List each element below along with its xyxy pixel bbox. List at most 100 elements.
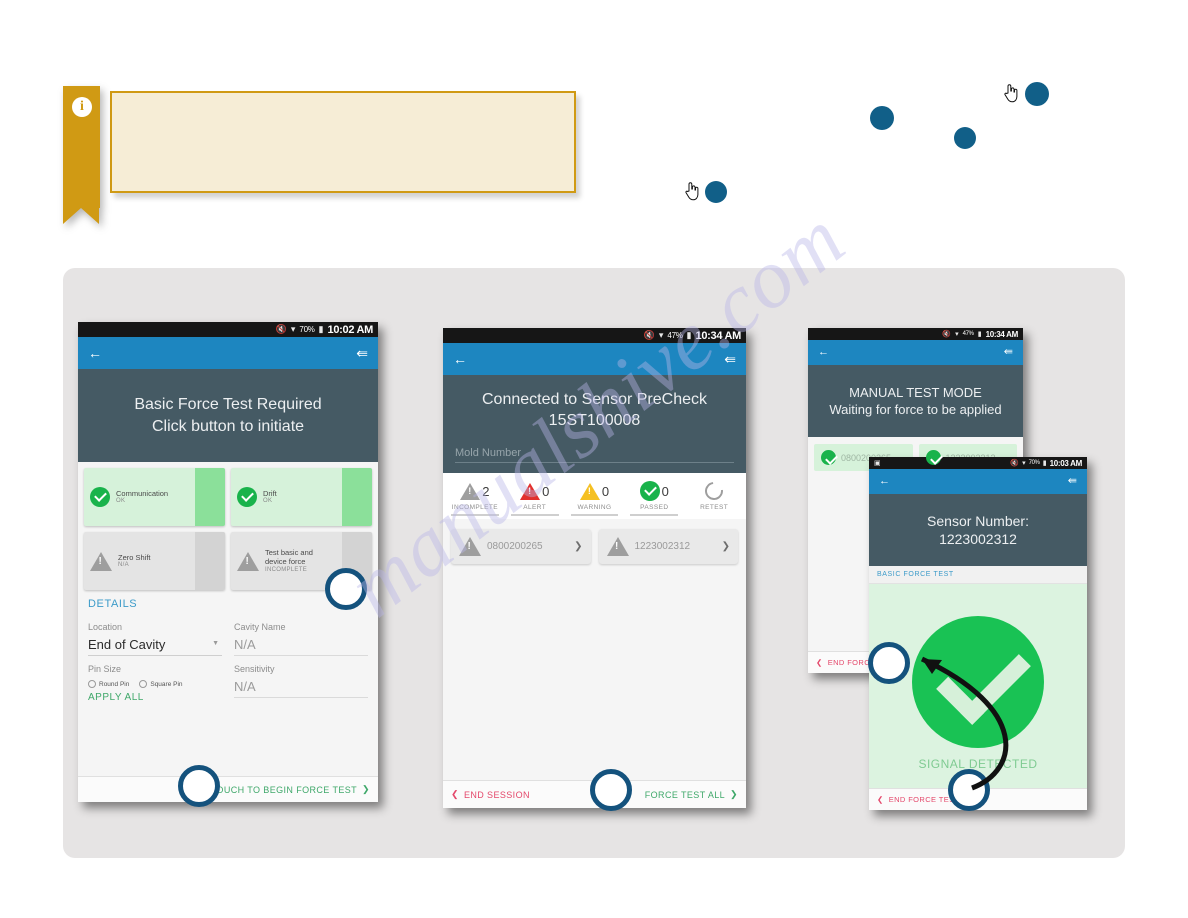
battery-icon: ▮ [1042,460,1047,467]
hand-cursor-1 [1004,84,1018,103]
chevron-right-icon: ❯ [730,789,738,799]
hero-banner-1: Basic Force Test Required Click button t… [78,369,378,462]
back-arrow-icon[interactable]: ← [88,346,102,360]
stat-alert[interactable]: 0 ALERT [505,480,565,516]
clock-2: 10:34 AM [695,329,742,342]
card-sub: INCOMPLETE [265,566,308,573]
mute-icon: 🔇 [1010,460,1020,467]
card-sub: OK [116,497,126,504]
refresh-icon [701,478,727,504]
end-session-button[interactable]: ❮ END SESSION [451,789,530,800]
sensor-item-0800200265[interactable]: 0800200265 ❯ [451,528,591,564]
stat-value: 2 [482,483,490,499]
sensor-id: 0800200265 [487,540,543,552]
radio-dot [139,680,148,688]
share-icon[interactable]: ⇚ [1004,347,1013,358]
status-card-zero-shift[interactable]: Zero Shift N/A [84,532,225,590]
clock-4: 10:03 AM [1049,458,1083,468]
sensitivity-input[interactable]: N/A [234,674,368,698]
stat-passed[interactable]: 0 PASSED [624,480,684,516]
hero-banner-4: Sensor Number: 1223002312 [869,494,1087,566]
share-icon[interactable]: ⇚ [356,346,368,360]
sensor-item-1223002312[interactable]: 1223002312 ❯ [598,528,738,564]
hero-line-2: Waiting for force to be applied [829,402,1002,417]
mute-icon: 🔇 [643,330,655,340]
wifi-icon: ▾ [955,331,959,338]
hero-line-1: MANUAL TEST MODE [849,384,982,400]
annotation-dot-1 [870,106,894,130]
highlight-ring-check-icon [868,642,910,684]
hero-line-1: Basic Force Test Required [134,396,322,414]
share-icon[interactable]: ⇚ [1068,476,1077,487]
apply-all-button[interactable]: APPLY ALL [88,692,222,703]
warning-triangle-icon [90,551,112,571]
chevron-right-icon: ❯ [362,784,370,794]
highlight-ring-end-force-test [948,769,990,811]
hero-line-2: 1223002312 [939,531,1017,547]
battery-level-3: 47% [962,331,974,337]
stat-label: INCOMPLETE [451,504,499,511]
wifi-icon: ▾ [290,324,296,334]
info-icon: i [72,97,92,117]
end-session-label: END SESSION [463,789,530,800]
highlight-ring-begin-force-test [178,765,220,807]
end-force-button-3[interactable]: ❮ END FORCE [816,658,875,667]
warning-triangle-red-icon [520,482,541,500]
sensitivity-label: Sensitivity [234,664,275,674]
chevron-down-icon: ▼ [212,640,219,647]
location-value: End of Cavity [88,637,166,652]
stats-row: 2 INCOMPLETE 0 ALERT 0 WARNING 0 [443,473,746,519]
check-circle-green-icon [639,481,660,501]
app-bar-2: ← ⇚ [443,343,746,375]
chevron-right-icon: ❯ [574,540,583,552]
stat-value: 0 [601,483,610,499]
stat-label: WARNING [577,504,612,511]
back-arrow-icon[interactable]: ← [818,347,829,358]
battery-level-4: 70% [1028,460,1040,466]
check-circle-icon [821,450,836,465]
force-test-all-button[interactable]: FORCE TEST ALL ❯ [645,789,738,800]
warning-triangle-icon [237,551,259,571]
share-icon[interactable]: ⇚ [724,352,736,366]
check-circle-icon [90,487,110,507]
phone-screen-1: 🔇 ▾ 70% ▮ 10:02 AM ← ⇚ Basic Force Test … [78,322,378,802]
chevron-left-icon: ❮ [451,789,459,799]
info-callout-text [112,93,574,113]
hero-banner-3: MANUAL TEST MODE Waiting for force to be… [808,365,1023,437]
back-arrow-icon[interactable]: ← [879,476,890,487]
info-ribbon: i [63,86,100,224]
back-arrow-icon[interactable]: ← [453,352,467,366]
status-card-communication[interactable]: Communication OK [84,468,225,526]
hero-line-1: Connected to Sensor PreCheck [481,391,707,408]
chevron-left-icon: ❮ [816,658,823,667]
hand-cursor-2 [685,182,699,201]
mold-number-input[interactable]: Mold Number [455,447,734,464]
big-check-circle-icon [912,615,1044,748]
end-force-test-button[interactable]: ❮ END FORCE TEST [877,795,960,804]
begin-force-test-button[interactable]: TOUCH TO BEGIN FORCE TEST ❯ [211,784,370,795]
card-title: Test basic and device force [265,547,313,567]
stat-incomplete[interactable]: 2 INCOMPLETE [445,480,505,516]
hero-line-2: Click button to initiate [151,417,305,435]
cavity-name-input[interactable]: N/A [234,632,368,656]
cavity-name-label: Cavity Name [234,622,286,632]
warning-triangle-yellow-icon [579,482,600,500]
warning-triangle-icon [459,536,481,556]
check-circle-icon [925,450,941,465]
card-sub: OK [263,497,273,504]
annotation-dot-4 [705,181,727,203]
location-select[interactable]: End of Cavity ▼ [88,632,222,656]
highlight-ring-device-force-card [325,568,367,610]
battery-level-1: 70% [299,325,315,334]
warning-triangle-grey-icon [460,482,481,500]
app-bar-1: ← ⇚ [78,337,378,369]
force-test-result-area: SIGNAL DETECTED [869,584,1087,788]
status-card-drift[interactable]: Drift OK [231,468,372,526]
radio-round-pin[interactable]: Round Pin [88,680,129,688]
stat-retest[interactable]: RETEST [684,478,744,516]
signal-detected-text: SIGNAL DETECTED [918,757,1038,771]
sensor-list: 0800200265 ❯ 1223002312 ❯ [443,519,746,574]
radio-square-pin[interactable]: Square Pin [139,680,183,688]
stat-warning[interactable]: 0 WARNING [565,480,625,516]
battery-icon: ▮ [977,331,982,338]
